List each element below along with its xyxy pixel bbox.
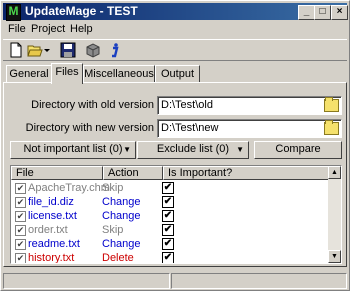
file-action: Change bbox=[102, 196, 141, 208]
dropdown-arrow-icon: ▼ bbox=[123, 145, 131, 154]
file-list[interactable]: File Action Is Important? ✔ ApacheTray.ch… bbox=[10, 165, 342, 264]
scroll-down-icon[interactable]: ▼ bbox=[328, 250, 341, 263]
browse-folder-icon[interactable] bbox=[324, 97, 339, 112]
menu-project[interactable]: Project bbox=[31, 23, 65, 36]
toolbar bbox=[3, 39, 347, 61]
files-panel: Directory with old version D:\Test\old D… bbox=[3, 82, 347, 267]
important-checkbox[interactable]: ✔ bbox=[162, 210, 174, 222]
important-checkbox[interactable]: ✔ bbox=[162, 224, 174, 236]
file-name: ApacheTray.chm bbox=[28, 182, 110, 194]
important-checkbox[interactable]: ✔ bbox=[162, 252, 174, 263]
dropdown-arrow-icon[interactable] bbox=[43, 42, 52, 58]
browse-folder-icon[interactable] bbox=[324, 120, 339, 135]
file-name: readme.txt bbox=[28, 238, 80, 250]
new-file-icon[interactable] bbox=[8, 42, 24, 58]
row-checkbox[interactable]: ✔ bbox=[15, 239, 26, 250]
app-logo-icon: M bbox=[6, 4, 21, 21]
file-name: order.txt bbox=[28, 224, 68, 236]
new-dir-field[interactable]: D:\Test\new bbox=[157, 119, 342, 138]
exclude-list-button[interactable]: Exclude list (0) ▼ bbox=[137, 141, 249, 159]
new-dir-label: Directory with new version bbox=[25, 122, 154, 134]
table-row[interactable]: ✔ readme.txt Change ✔ bbox=[11, 237, 330, 252]
status-panel-left bbox=[3, 273, 170, 289]
important-checkbox[interactable]: ✔ bbox=[162, 182, 174, 194]
open-folder-icon[interactable] bbox=[27, 42, 43, 58]
row-checkbox[interactable]: ✔ bbox=[15, 225, 26, 236]
app-window: M UpdateMage - TEST _ □ × File Project H… bbox=[0, 0, 350, 291]
save-icon[interactable] bbox=[60, 42, 76, 58]
row-checkbox[interactable]: ✔ bbox=[15, 211, 26, 222]
compare-button[interactable]: Compare bbox=[254, 141, 342, 159]
row-checkbox[interactable]: ✔ bbox=[15, 183, 26, 194]
old-dir-value: D:\Test\old bbox=[161, 99, 213, 111]
window-title: UpdateMage - TEST bbox=[25, 4, 138, 18]
close-button[interactable]: × bbox=[331, 5, 348, 20]
file-action: Change bbox=[102, 210, 141, 222]
package-icon[interactable] bbox=[85, 42, 101, 58]
file-action: Skip bbox=[102, 224, 124, 236]
title-bar[interactable]: M UpdateMage - TEST _ □ × bbox=[3, 3, 348, 21]
file-name: history.txt bbox=[28, 252, 75, 264]
tab-strip: General Files Miscellaneous Output bbox=[3, 63, 347, 84]
exclude-list-label: Exclude list (0) bbox=[156, 143, 230, 155]
info-icon[interactable] bbox=[107, 42, 123, 58]
file-action: Delete bbox=[102, 252, 134, 264]
row-checkbox[interactable]: ✔ bbox=[15, 253, 26, 263]
table-row[interactable]: ✔ order.txt Skip ✔ bbox=[11, 223, 330, 238]
old-dir-label: Directory with old version bbox=[31, 99, 154, 111]
status-panel-right bbox=[171, 273, 347, 289]
row-checkbox[interactable]: ✔ bbox=[15, 197, 26, 208]
important-checkbox[interactable]: ✔ bbox=[162, 238, 174, 250]
status-bar bbox=[3, 273, 347, 289]
not-important-list-label: Not important list (0) bbox=[23, 143, 123, 155]
not-important-list-button[interactable]: Not important list (0) ▼ bbox=[10, 141, 136, 159]
menu-file[interactable]: File bbox=[8, 23, 26, 36]
dropdown-arrow-icon: ▼ bbox=[236, 145, 244, 154]
tab-files[interactable]: Files bbox=[51, 63, 83, 84]
file-action: Change bbox=[102, 238, 141, 250]
column-header-file[interactable]: File bbox=[11, 166, 103, 180]
table-row[interactable]: ✔ license.txt Change ✔ bbox=[11, 209, 330, 224]
menu-bar: File Project Help bbox=[3, 21, 347, 38]
table-row[interactable]: ✔ history.txt Delete ✔ bbox=[11, 251, 330, 264]
table-row[interactable]: ✔ file_id.diz Change ✔ bbox=[11, 195, 330, 210]
important-checkbox[interactable]: ✔ bbox=[162, 196, 174, 208]
file-name: license.txt bbox=[28, 210, 77, 222]
file-name: file_id.diz bbox=[28, 196, 74, 208]
old-dir-field[interactable]: D:\Test\old bbox=[157, 96, 342, 115]
menu-help[interactable]: Help bbox=[70, 23, 93, 36]
new-dir-value: D:\Test\new bbox=[161, 122, 219, 134]
table-row[interactable]: ✔ ApacheTray.chm Skip ✔ bbox=[11, 181, 330, 196]
minimize-button[interactable]: _ bbox=[298, 5, 315, 20]
file-action: Skip bbox=[102, 182, 124, 194]
maximize-button[interactable]: □ bbox=[314, 5, 331, 20]
column-header-action[interactable]: Action bbox=[103, 166, 163, 180]
scroll-up-icon[interactable]: ▲ bbox=[328, 166, 341, 179]
app-logo-letter: M bbox=[8, 4, 19, 18]
column-header-important[interactable]: Is Important? bbox=[163, 166, 330, 180]
vertical-scrollbar[interactable]: ▲ ▼ bbox=[328, 166, 341, 263]
